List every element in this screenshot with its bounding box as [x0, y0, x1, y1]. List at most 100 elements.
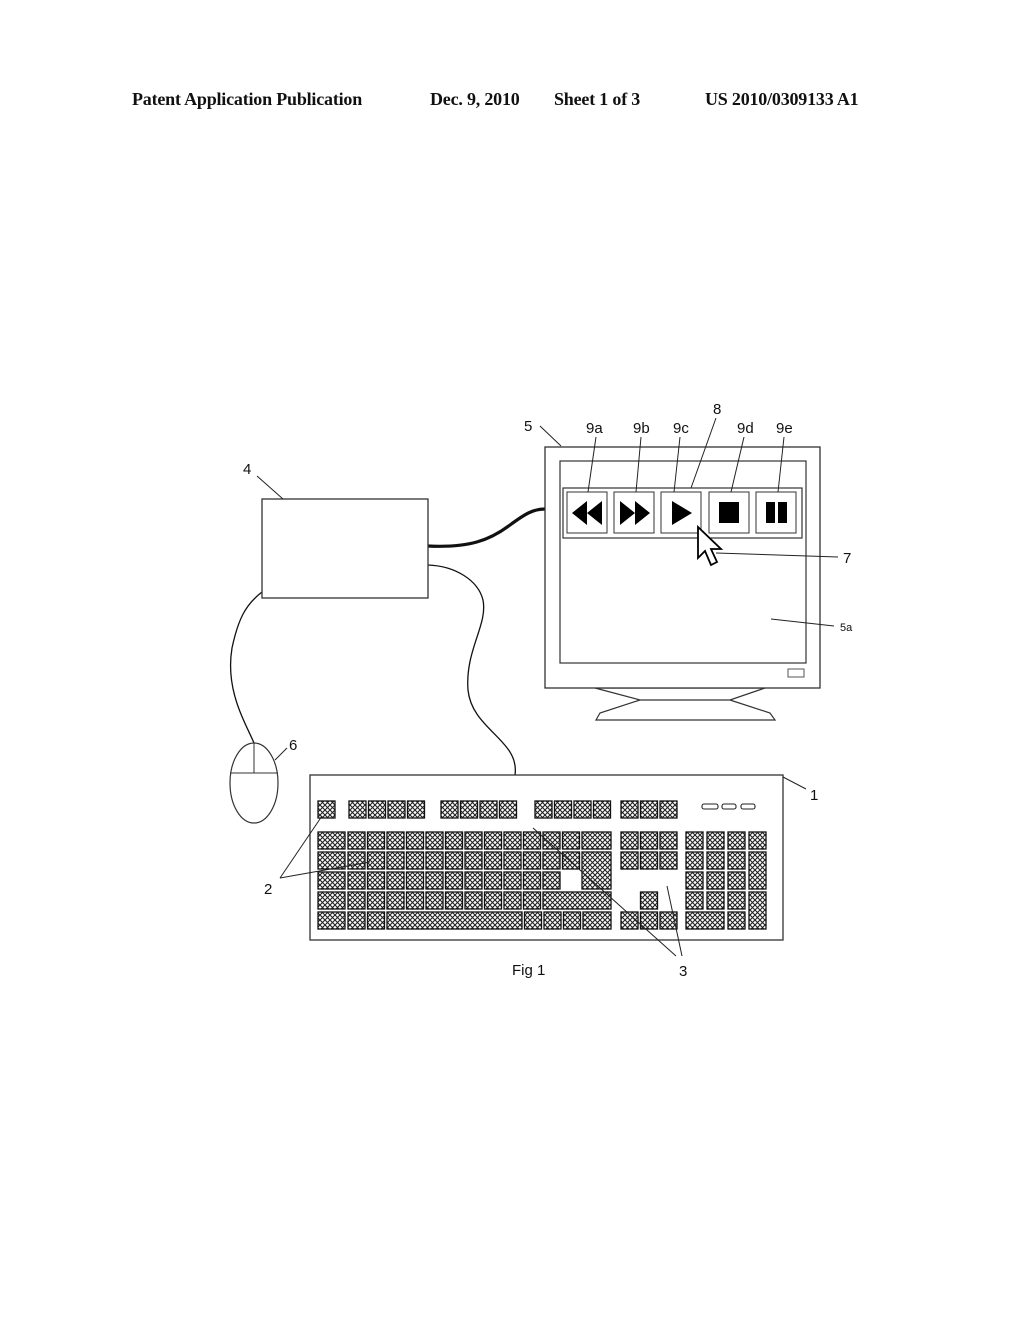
label-3: 3 [679, 963, 687, 980]
keyboard-indicator-leds [701, 803, 756, 810]
keyboard-key [406, 800, 426, 819]
keyboard-key [459, 800, 479, 819]
keyboard-key [317, 891, 346, 910]
keyboard-key [582, 911, 612, 930]
keyboard-key [639, 800, 659, 819]
keyboard-key [620, 851, 639, 870]
keyboard-key [727, 911, 746, 930]
keyboard-key [522, 891, 542, 910]
keyboard-key [347, 891, 366, 910]
keyboard-key [483, 831, 503, 850]
keyboard-key [553, 800, 573, 819]
keyboard-key [347, 851, 366, 870]
keyboard-key [542, 851, 561, 870]
keyboard-key [464, 831, 483, 850]
keyboard-key [659, 800, 678, 819]
keyboard-key [347, 831, 366, 850]
keyboard-key [685, 831, 704, 850]
keyboard-key [317, 800, 336, 819]
keyboard-key [639, 831, 659, 850]
keyboard-key [748, 851, 767, 890]
keyboard-key [347, 911, 366, 930]
keyboard-key [464, 891, 483, 910]
keyboard-key [386, 891, 405, 910]
keyboard-cable [427, 564, 516, 776]
keyboard-key [464, 871, 483, 890]
leader-line-5 [539, 425, 562, 447]
keyboard-key [523, 911, 543, 930]
keyboard-key [561, 851, 581, 870]
pause-button[interactable] [755, 491, 797, 534]
keyboard-key [425, 831, 444, 850]
keyboard-key [498, 800, 518, 819]
keyboard-key [706, 871, 725, 890]
keyboard-key [659, 831, 678, 850]
keyboard-key [444, 831, 464, 850]
play-button[interactable] [660, 491, 702, 534]
label-9e: 9e [776, 420, 793, 437]
label-1: 1 [810, 787, 818, 804]
keyboard-key [685, 911, 725, 930]
keyboard-key [317, 871, 346, 890]
keyboard-key [483, 851, 503, 870]
keyboard-key [405, 831, 425, 850]
keyboard-key [573, 800, 592, 819]
stop-button[interactable] [708, 491, 750, 534]
keyboard-key [386, 851, 405, 870]
keyboard-key [542, 871, 561, 890]
keyboard-key [581, 831, 612, 850]
keyboard-key [386, 871, 405, 890]
keyboard-key [581, 851, 612, 890]
keyboard-key [706, 891, 725, 910]
label-8: 8 [713, 401, 721, 418]
keyboard-key [317, 911, 346, 930]
keyboard-key [483, 871, 503, 890]
keyboard-key [444, 871, 464, 890]
keyboard-key [425, 871, 444, 890]
keyboard-key [685, 851, 704, 870]
keyboard-key [386, 911, 523, 930]
fast-forward-button[interactable] [613, 491, 655, 534]
keyboard-key [503, 891, 522, 910]
keyboard-key [748, 891, 767, 930]
keyboard-key [727, 851, 746, 870]
keyboard-key [522, 831, 542, 850]
keyboard-key [543, 911, 562, 930]
keyboard-key [561, 831, 581, 850]
keyboard-key [685, 871, 704, 890]
keyboard-key [503, 851, 522, 870]
label-9c: 9c [673, 420, 689, 437]
keyboard-key [425, 851, 444, 870]
leader-line-4 [256, 475, 284, 500]
figure-caption: Fig 1 [512, 962, 545, 979]
keyboard-key [444, 891, 464, 910]
label-9b: 9b [633, 420, 650, 437]
keyboard-key [405, 891, 425, 910]
keyboard-key [387, 800, 406, 819]
leader-line-1 [782, 776, 807, 790]
label-6: 6 [289, 737, 297, 754]
keyboard-key [503, 831, 522, 850]
keyboard-key [317, 851, 346, 870]
keyboard-key [706, 851, 725, 870]
keyboard-key [386, 831, 405, 850]
keyboard-key [639, 851, 659, 870]
keyboard-key [425, 891, 444, 910]
keyboard-key [366, 831, 386, 850]
keyboard-key [347, 871, 366, 890]
monitor-cable [427, 507, 546, 548]
rewind-button[interactable] [566, 491, 608, 534]
keyboard-key [405, 851, 425, 870]
keyboard-key [542, 891, 612, 910]
keyboard-key [727, 831, 746, 850]
label-9d: 9d [737, 420, 754, 437]
monitor-stand [594, 687, 777, 721]
power-indicator [787, 668, 805, 678]
keyboard-key [366, 851, 386, 870]
keyboard-key [366, 871, 386, 890]
keyboard-key [534, 800, 553, 819]
keyboard-key [639, 891, 659, 910]
keyboard-key [522, 851, 542, 870]
keyboard-key [685, 891, 704, 910]
label-5a: 5a [840, 622, 853, 634]
